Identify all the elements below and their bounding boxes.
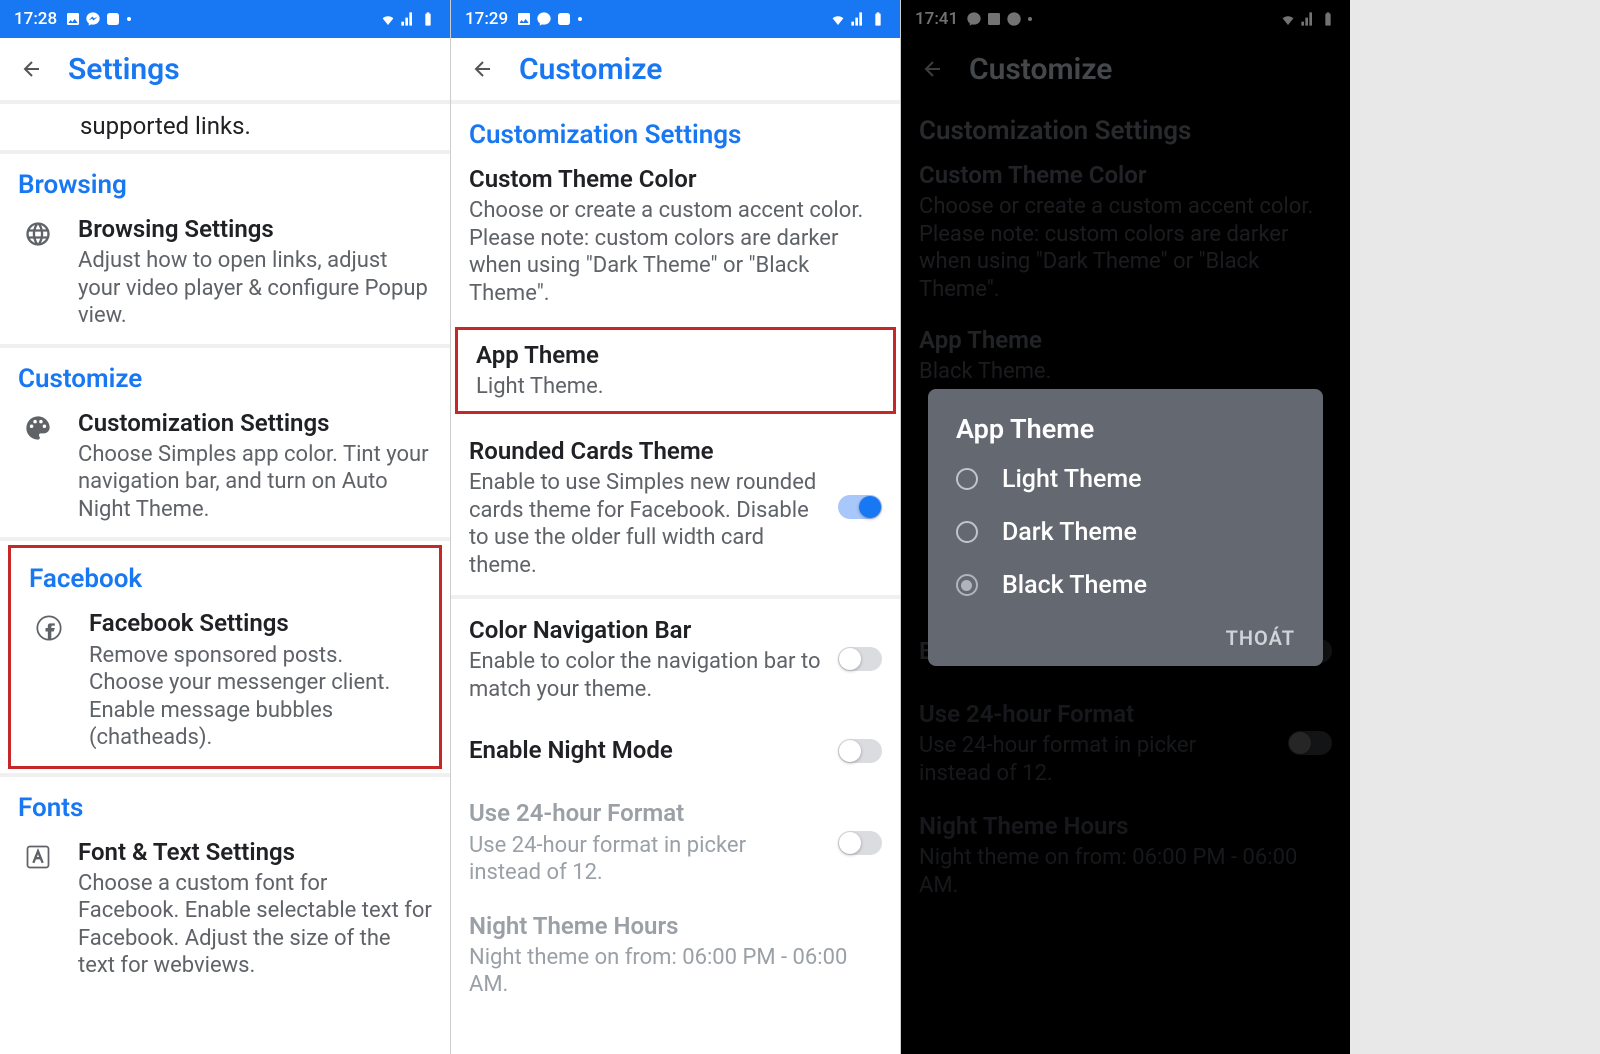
radio-icon xyxy=(956,521,978,543)
divider xyxy=(0,537,450,541)
row-desc: Enable to use Simples new rounded cards … xyxy=(469,469,822,579)
screen-customize-light: 17:29 Customize Customization Settings C… xyxy=(450,0,900,1054)
row-browsing-settings[interactable]: Browsing Settings Adjust how to open lin… xyxy=(0,206,450,344)
row-desc: Enable to color the navigation bar to ma… xyxy=(469,648,822,703)
section-header-customize: Customize xyxy=(0,348,450,400)
row-night-mode[interactable]: Enable Night Mode xyxy=(451,719,900,782)
dialog-title: App Theme xyxy=(928,413,1323,453)
row-color-nav-bar[interactable]: Color Navigation Bar Enable to color the… xyxy=(451,599,900,719)
row-desc: Choose or create a custom accent color. … xyxy=(469,197,882,307)
row-desc: Light Theme. xyxy=(476,373,875,401)
section-header-browsing: Browsing xyxy=(0,154,450,206)
row-desc: Choose Simples app color. Tint your navi… xyxy=(78,441,432,524)
row-rounded-cards[interactable]: Rounded Cards Theme Enable to use Simple… xyxy=(451,420,900,595)
dialog-option-black[interactable]: Black Theme xyxy=(928,559,1323,612)
row-facebook-settings[interactable]: Facebook Settings Remove sponsored posts… xyxy=(11,600,439,765)
messenger-icon xyxy=(536,11,552,27)
signal-icon xyxy=(400,11,416,27)
status-bar: 17:28 xyxy=(0,0,450,38)
font-icon xyxy=(18,837,58,871)
globe-icon xyxy=(18,214,58,248)
signal-icon xyxy=(850,11,866,27)
row-customization-settings[interactable]: Customization Settings Choose Simples ap… xyxy=(0,400,450,538)
row-title: Color Navigation Bar xyxy=(469,615,822,646)
dialog-overlay[interactable]: App Theme Light Theme Dark Theme Black T… xyxy=(901,0,1350,1054)
switch-night-mode[interactable] xyxy=(838,739,882,763)
row-title: Custom Theme Color xyxy=(469,164,882,195)
dialog-option-light[interactable]: Light Theme xyxy=(928,453,1323,506)
row-title: Browsing Settings xyxy=(78,214,432,245)
status-app-icons xyxy=(516,11,582,27)
app-theme-dialog: App Theme Light Theme Dark Theme Black T… xyxy=(928,389,1323,666)
section-header-fonts: Fonts xyxy=(0,777,450,829)
facebook-icon xyxy=(29,608,69,642)
status-time: 17:29 xyxy=(465,9,508,29)
radio-icon xyxy=(956,468,978,490)
row-title: Rounded Cards Theme xyxy=(469,436,822,467)
row-title: App Theme xyxy=(476,340,875,371)
dialog-option-dark[interactable]: Dark Theme xyxy=(928,506,1323,559)
image-icon xyxy=(516,11,532,27)
switch-rounded-cards[interactable] xyxy=(838,495,882,519)
section-header: Customization Settings xyxy=(451,104,900,156)
row-desc: Adjust how to open links, adjust your vi… xyxy=(78,247,432,330)
arrow-left-icon xyxy=(471,57,495,81)
row-title: Night Theme Hours xyxy=(469,911,882,942)
status-app-icons xyxy=(65,11,131,27)
row-title: Facebook Settings xyxy=(89,608,421,639)
dialog-dismiss-button[interactable]: THOÁT xyxy=(928,612,1323,654)
row-title: Enable Night Mode xyxy=(469,735,822,766)
row-desc: Choose a custom font for Facebook. Enabl… xyxy=(78,870,432,980)
arrow-left-icon xyxy=(20,57,44,81)
section-header-facebook: Facebook xyxy=(11,548,439,600)
highlight-app-theme: App Theme Light Theme. xyxy=(455,327,896,414)
row-app-theme[interactable]: App Theme Light Theme. xyxy=(458,330,893,411)
app-bar: Customize xyxy=(451,38,900,100)
palette-icon xyxy=(18,408,58,442)
option-label: Light Theme xyxy=(1002,465,1142,494)
battery-icon xyxy=(420,11,436,27)
back-button[interactable] xyxy=(18,55,46,83)
back-button[interactable] xyxy=(469,55,497,83)
app-icon xyxy=(556,11,572,27)
app-bar: Settings xyxy=(0,38,450,100)
wifi-icon xyxy=(830,11,846,27)
partial-text: supported links. xyxy=(0,104,450,150)
row-night-theme-hours: Night Theme Hours Night theme on from: 0… xyxy=(451,903,900,1013)
battery-icon xyxy=(870,11,886,27)
row-title: Font & Text Settings xyxy=(78,837,432,868)
row-desc: Remove sponsored posts. Choose your mess… xyxy=(89,642,421,752)
option-label: Black Theme xyxy=(1002,571,1147,600)
row-24h-format: Use 24-hour Format Use 24-hour format in… xyxy=(451,782,900,902)
wifi-icon xyxy=(380,11,396,27)
status-system-icons xyxy=(830,11,886,27)
messenger-icon xyxy=(85,11,101,27)
row-title: Customization Settings xyxy=(78,408,432,439)
switch-color-nav-bar[interactable] xyxy=(838,647,882,671)
screen-settings: 17:28 Settings supported links. Browsing xyxy=(0,0,450,1054)
status-time: 17:28 xyxy=(14,9,57,29)
row-desc: Use 24-hour format in picker instead of … xyxy=(469,832,822,887)
screen-customize-dark: 17:41 Customize Customization Settings C… xyxy=(900,0,1350,1054)
row-title: Use 24-hour Format xyxy=(469,798,822,829)
status-system-icons xyxy=(380,11,436,27)
radio-icon-selected xyxy=(956,574,978,596)
page-title: Customize xyxy=(519,52,662,87)
row-custom-theme-color[interactable]: Custom Theme Color Choose or create a cu… xyxy=(451,156,900,321)
row-font-settings[interactable]: Font & Text Settings Choose a custom fon… xyxy=(0,829,450,994)
app-icon xyxy=(105,11,121,27)
status-bar: 17:29 xyxy=(451,0,900,38)
option-label: Dark Theme xyxy=(1002,518,1137,547)
switch-24h-format xyxy=(838,831,882,855)
image-icon xyxy=(65,11,81,27)
highlight-facebook: Facebook Facebook Settings Remove sponso… xyxy=(8,545,442,768)
row-desc: Night theme on from: 06:00 PM - 06:00 AM… xyxy=(469,944,882,999)
page-title: Settings xyxy=(68,52,180,87)
